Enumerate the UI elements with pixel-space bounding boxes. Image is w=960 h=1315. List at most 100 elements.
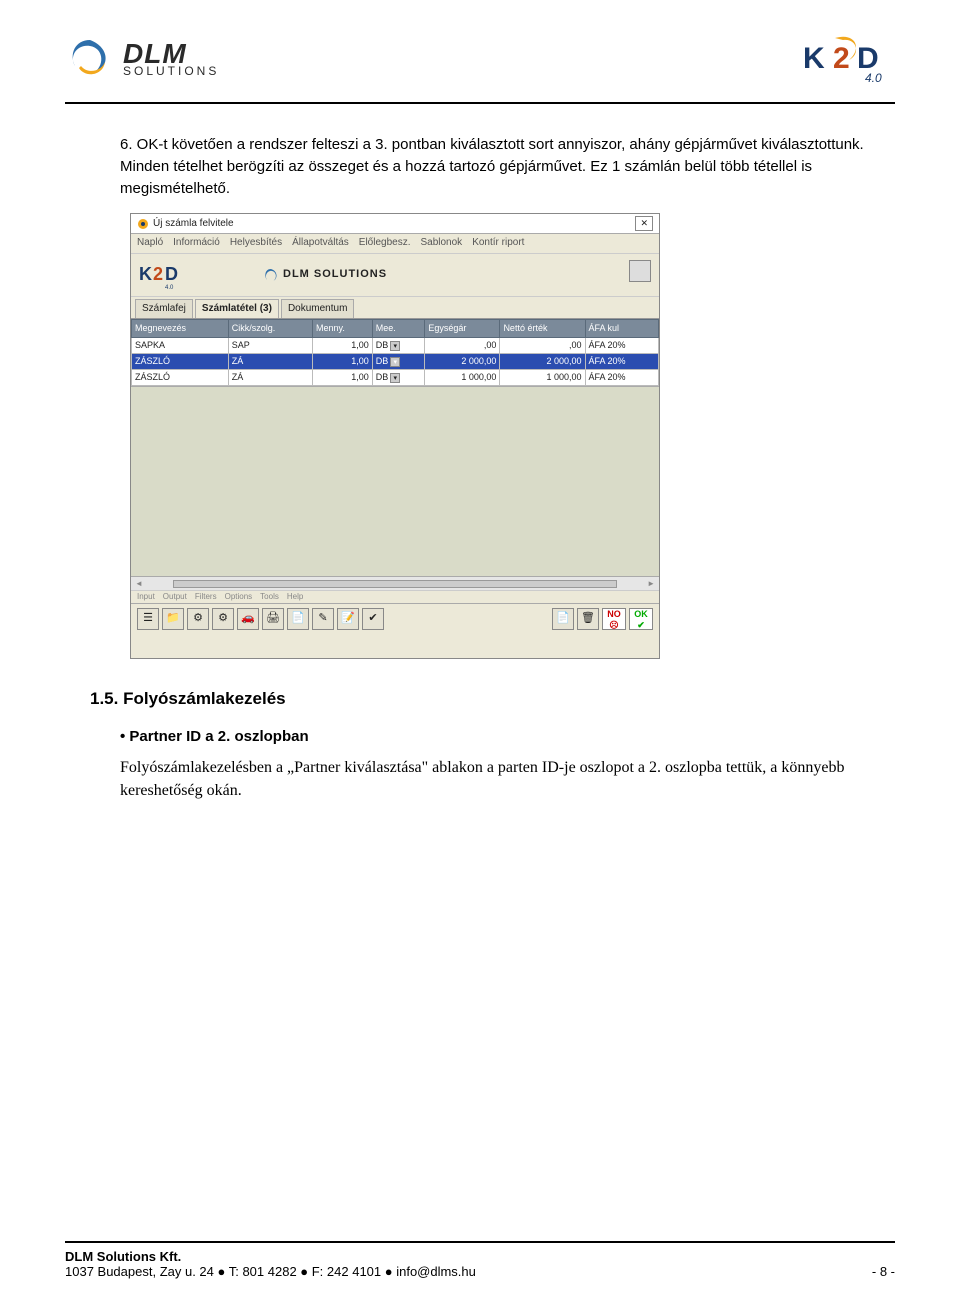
col-egysegar[interactable]: Egységár [425,320,500,338]
col-menny[interactable]: Menny. [313,320,373,338]
chevron-down-icon[interactable]: ▾ [390,341,400,351]
svg-text:2: 2 [153,264,163,284]
table-cell: ,00 [425,338,500,354]
menu-item[interactable]: Információ [173,236,220,251]
table-cell: 1 000,00 [425,370,500,386]
dlm-swirl-icon [65,36,115,82]
col-mee[interactable]: Mee. [372,320,425,338]
table-cell: ÁFA 20% [585,338,658,354]
table-cell: ZÁ [228,370,312,386]
submenu-item[interactable]: Tools [260,591,279,603]
submenu-item[interactable]: Options [225,591,253,603]
table-cell: 1,00 [313,338,373,354]
tab-dokumentum[interactable]: Dokumentum [281,299,354,319]
svg-text:4.0: 4.0 [865,71,882,85]
horizontal-scrollbar[interactable]: ◄► [131,576,659,590]
table-cell: ÁFA 20% [585,370,658,386]
footer-address: 1037 Budapest, Zay u. 24 ● T: 801 4282 ●… [65,1264,476,1279]
table-cell: 1,00 [313,370,373,386]
menu-item[interactable]: Állapotváltás [292,236,349,251]
tab-row: Számlafej Számlatétel (3) Dokumentum [131,297,659,320]
menu-item[interactable]: Kontír riport [472,236,524,251]
logo-dlm: DLM SOLUTIONS [65,36,219,82]
gears2-icon[interactable]: ⚙ [212,608,234,630]
table-row[interactable]: ZÁSZLÓZÁ1,00DB▾1 000,001 000,00ÁFA 20% [132,370,659,386]
table-cell: ZÁSZLÓ [132,354,229,370]
table-cell: 1,00 [313,354,373,370]
table-cell: 2 000,00 [500,354,585,370]
print-icon[interactable]: 🖨 [262,608,284,630]
svg-text:2: 2 [833,42,850,75]
col-cikk[interactable]: Cikk/szolg. [228,320,312,338]
window-title: Új számla felvitele [153,217,234,232]
chevron-down-icon[interactable]: ▾ [390,373,400,383]
car-icon[interactable]: 🚗 [237,608,259,630]
check-icon[interactable]: ✔ [362,608,384,630]
menu-item[interactable]: Helyesbítés [230,236,282,251]
app-icon [137,218,149,230]
paragraph-6: 6. OK-t követően a rendszer felteszi a 3… [120,134,870,199]
page-footer: DLM Solutions Kft. 1037 Budapest, Zay u.… [65,1241,895,1279]
submenu-item[interactable]: Output [163,591,187,603]
body-text: Folyószámlakezelésben a „Partner kiválas… [120,757,870,802]
toolbar-toggle-button[interactable] [629,260,651,282]
svg-text:4.0: 4.0 [165,285,174,290]
table-cell: SAPKA [132,338,229,354]
footer-company: DLM Solutions Kft. [65,1249,476,1264]
doc-icon[interactable]: 📄 [287,608,309,630]
items-table: Megnevezés Cikk/szolg. Menny. Mee. Egysé… [131,319,659,386]
col-netto[interactable]: Nettó érték [500,320,585,338]
edit-icon[interactable]: ✎ [312,608,334,630]
page-header: DLM SOLUTIONS K 2 D 4.0 [0,0,960,98]
menu-item[interactable]: Napló [137,236,163,251]
table-cell: DB▾ [372,370,425,386]
list-icon[interactable]: ☰ [137,608,159,630]
table-cell: ÁFA 20% [585,354,658,370]
table-cell: 1 000,00 [500,370,585,386]
col-afa[interactable]: ÁFA kul [585,320,658,338]
window-footer-band [131,634,659,658]
page-number: - 8 - [872,1264,895,1279]
brand-sub: SOLUTIONS [123,66,219,77]
ok-button[interactable]: OK✔ [629,608,653,630]
col-megnevezes[interactable]: Megnevezés [132,320,229,338]
svg-text:D: D [165,264,178,284]
trash-icon[interactable]: 🗑 [577,608,599,630]
window-titlebar: Új számla felvitele ✕ [131,214,659,234]
gears-icon[interactable]: ⚙ [187,608,209,630]
heading-1-5: 1.5. Folyószámlakezelés [90,687,870,712]
k2d-small-icon: K 2 D 4.0 [139,260,183,290]
page-icon[interactable]: 📄 [552,608,574,630]
dlm-swirl-small-icon [263,268,279,282]
menu-item[interactable]: Sablonok [420,236,462,251]
footer-divider [65,1241,895,1243]
note-icon[interactable]: 📝 [337,608,359,630]
close-icon[interactable]: ✕ [635,216,653,231]
tab-szamlafej[interactable]: Számlafej [135,299,193,319]
table-cell: SAP [228,338,312,354]
submenu-item[interactable]: Help [287,591,303,603]
bullet-partner-id: Partner ID a 2. oszlopban [120,726,870,748]
chevron-down-icon[interactable]: ▾ [390,357,400,367]
folder-icon[interactable]: 📁 [162,608,184,630]
logo-k2d: K 2 D 4.0 [795,30,895,88]
table-cell: ,00 [500,338,585,354]
svg-text:K: K [803,42,825,75]
table-row[interactable]: ZÁSZLÓZÁ1,00DB▾2 000,002 000,00ÁFA 20% [132,354,659,370]
sub-menu-row: Input Output Filters Options Tools Help [131,590,659,603]
menubar: Napló Információ Helyesbítés Állapotvált… [131,234,659,254]
no-button[interactable]: NO☹ [602,608,626,630]
menu-item[interactable]: Előlegbesz. [359,236,411,251]
table-row[interactable]: SAPKASAP1,00DB▾,00,00ÁFA 20% [132,338,659,354]
table-cell: ZÁSZLÓ [132,370,229,386]
submenu-item[interactable]: Filters [195,591,217,603]
submenu-item[interactable]: Input [137,591,155,603]
brand-small-text: DLM SOLUTIONS [283,267,387,283]
table-cell: ZÁ [228,354,312,370]
toolbar: ☰ 📁 ⚙ ⚙ 🚗 🖨 📄 ✎ 📝 ✔ 📄 🗑 NO☹ OK✔ [131,603,659,634]
brand-text: DLM [123,41,219,66]
table-empty-area [131,386,659,576]
tab-szamlatetel[interactable]: Számlatétel (3) [195,299,279,319]
embedded-screenshot: Új számla felvitele ✕ Napló Információ H… [130,213,660,659]
page-content: 6. OK-t követően a rendszer felteszi a 3… [0,104,960,802]
